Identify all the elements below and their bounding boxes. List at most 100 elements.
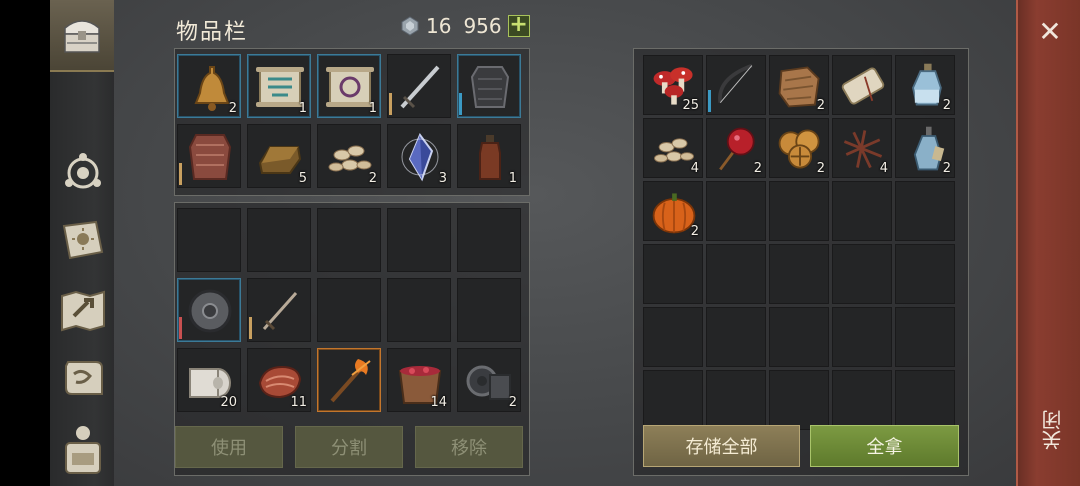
container-slot-pumpkin[interactable]: 2: [643, 181, 703, 241]
container-slot-bow[interactable]: [706, 55, 766, 115]
inventory-slot-bell[interactable]: 2: [177, 54, 241, 118]
split-button[interactable]: 分割: [295, 426, 403, 468]
inventory-slot-bottle[interactable]: 1: [457, 124, 521, 188]
item-count: 20: [220, 395, 237, 410]
item-count: 4: [690, 161, 699, 176]
inventory-slot-seeds[interactable]: 2: [317, 124, 381, 188]
container-slot-leather[interactable]: 2: [769, 55, 829, 115]
tab-journal[interactable]: [56, 214, 110, 268]
scroll-icon: [65, 361, 103, 395]
map-icon: [61, 290, 105, 332]
container-slot-twigs[interactable]: 4: [832, 118, 892, 178]
empty-slot[interactable]: [706, 244, 766, 304]
item-count: 3: [438, 171, 447, 186]
container-slot-cookies[interactable]: 2: [769, 118, 829, 178]
empty-slot[interactable]: [769, 244, 829, 304]
rolled-paper-icon: [841, 67, 885, 105]
empty-slot[interactable]: [706, 307, 766, 367]
durability-bar: [708, 90, 711, 112]
tab-crafting[interactable]: [56, 284, 110, 338]
empty-slot[interactable]: [643, 244, 703, 304]
empty-slot[interactable]: [247, 208, 311, 272]
item-count: 14: [430, 395, 447, 410]
inventory-slot-scroll-blue[interactable]: 1: [247, 54, 311, 118]
sword-icon: [400, 65, 440, 109]
empty-slot[interactable]: [387, 278, 451, 342]
book-icon: [62, 220, 104, 260]
empty-slot[interactable]: [706, 370, 766, 430]
gem-icon: [401, 16, 419, 36]
container-slot-candy-apple[interactable]: 2: [706, 118, 766, 178]
item-count: 2: [942, 98, 951, 113]
add-currency-button[interactable]: +: [507, 14, 530, 37]
backpack-slot-torch[interactable]: [317, 348, 381, 412]
backpack-icon: [65, 426, 101, 474]
backpack-slot-berry-bucket[interactable]: 14: [387, 348, 451, 412]
inventory-grid: 2 1 1 5 2 3 1: [177, 54, 521, 188]
container-slot-mushroom[interactable]: 25: [643, 55, 703, 115]
empty-slot[interactable]: [457, 208, 521, 272]
empty-slot[interactable]: [706, 181, 766, 241]
inventory-slot-ingot[interactable]: 5: [247, 124, 311, 188]
tab-bar: [50, 0, 114, 486]
empty-slot[interactable]: [895, 307, 955, 367]
backpack-slot-shield[interactable]: [177, 278, 241, 342]
tab-inventory[interactable]: [50, 0, 114, 72]
empty-slot[interactable]: [387, 208, 451, 272]
inventory-title: 物品栏: [176, 20, 249, 45]
store-all-button[interactable]: 存储全部: [643, 425, 800, 467]
empty-slot[interactable]: [832, 370, 892, 430]
empty-slot[interactable]: [895, 181, 955, 241]
inventory-slot-armor[interactable]: [457, 54, 521, 118]
empty-slot[interactable]: [769, 370, 829, 430]
use-button[interactable]: 使用: [175, 426, 283, 468]
inventory-slot-sword[interactable]: [387, 54, 451, 118]
empty-slot[interactable]: [895, 244, 955, 304]
tab-character[interactable]: [56, 424, 110, 478]
tab-skills[interactable]: [56, 146, 110, 200]
empty-slot[interactable]: [317, 278, 381, 342]
close-panel[interactable]: ✕ 关闭: [1016, 0, 1080, 486]
backpack-slot-shortsword[interactable]: [247, 278, 311, 342]
inventory-slot-chainmail[interactable]: [177, 124, 241, 188]
empty-slot[interactable]: [832, 307, 892, 367]
armor-icon: [470, 66, 510, 108]
empty-slot[interactable]: [895, 370, 955, 430]
empty-slot[interactable]: [832, 181, 892, 241]
chainmail-icon: [188, 134, 232, 180]
durability-bar: [389, 93, 392, 115]
container-grid: 25 2 2 4 2 2 4 2 2: [643, 55, 955, 430]
empty-slot[interactable]: [177, 208, 241, 272]
container-slot-rolled-paper[interactable]: [832, 55, 892, 115]
item-count: 1: [508, 171, 517, 186]
item-count: 2: [753, 161, 762, 176]
item-count: 2: [508, 395, 517, 410]
remove-button[interactable]: 移除: [415, 426, 523, 468]
inventory-slot-crystal[interactable]: 3: [387, 124, 451, 188]
shortsword-icon: [262, 292, 298, 331]
backpack-slot-cloth-roll[interactable]: 20: [177, 348, 241, 412]
empty-slot[interactable]: [457, 278, 521, 342]
container-slot-seeds[interactable]: 4: [643, 118, 703, 178]
durability-bar: [459, 93, 462, 115]
backpack-slot-gear[interactable]: 2: [457, 348, 521, 412]
tab-quests[interactable]: [56, 352, 110, 406]
empty-slot[interactable]: [832, 244, 892, 304]
inventory-slot-scroll-purple[interactable]: 1: [317, 54, 381, 118]
screen-edge: [0, 0, 50, 486]
close-label[interactable]: 关闭: [1038, 410, 1065, 450]
empty-slot[interactable]: [643, 307, 703, 367]
item-count: 2: [228, 101, 237, 116]
item-count: 25: [682, 98, 699, 113]
item-count: 2: [942, 161, 951, 176]
empty-slot[interactable]: [643, 370, 703, 430]
container-slot-potion2[interactable]: 2: [895, 118, 955, 178]
close-icon[interactable]: ✕: [1036, 18, 1064, 46]
backpack-slot-meat[interactable]: 11: [247, 348, 311, 412]
empty-slot[interactable]: [317, 208, 381, 272]
container-slot-potion[interactable]: 2: [895, 55, 955, 115]
empty-slot[interactable]: [769, 181, 829, 241]
currency-display: 16 956 +: [400, 14, 530, 38]
take-all-button[interactable]: 全拿: [810, 425, 959, 467]
empty-slot[interactable]: [769, 307, 829, 367]
